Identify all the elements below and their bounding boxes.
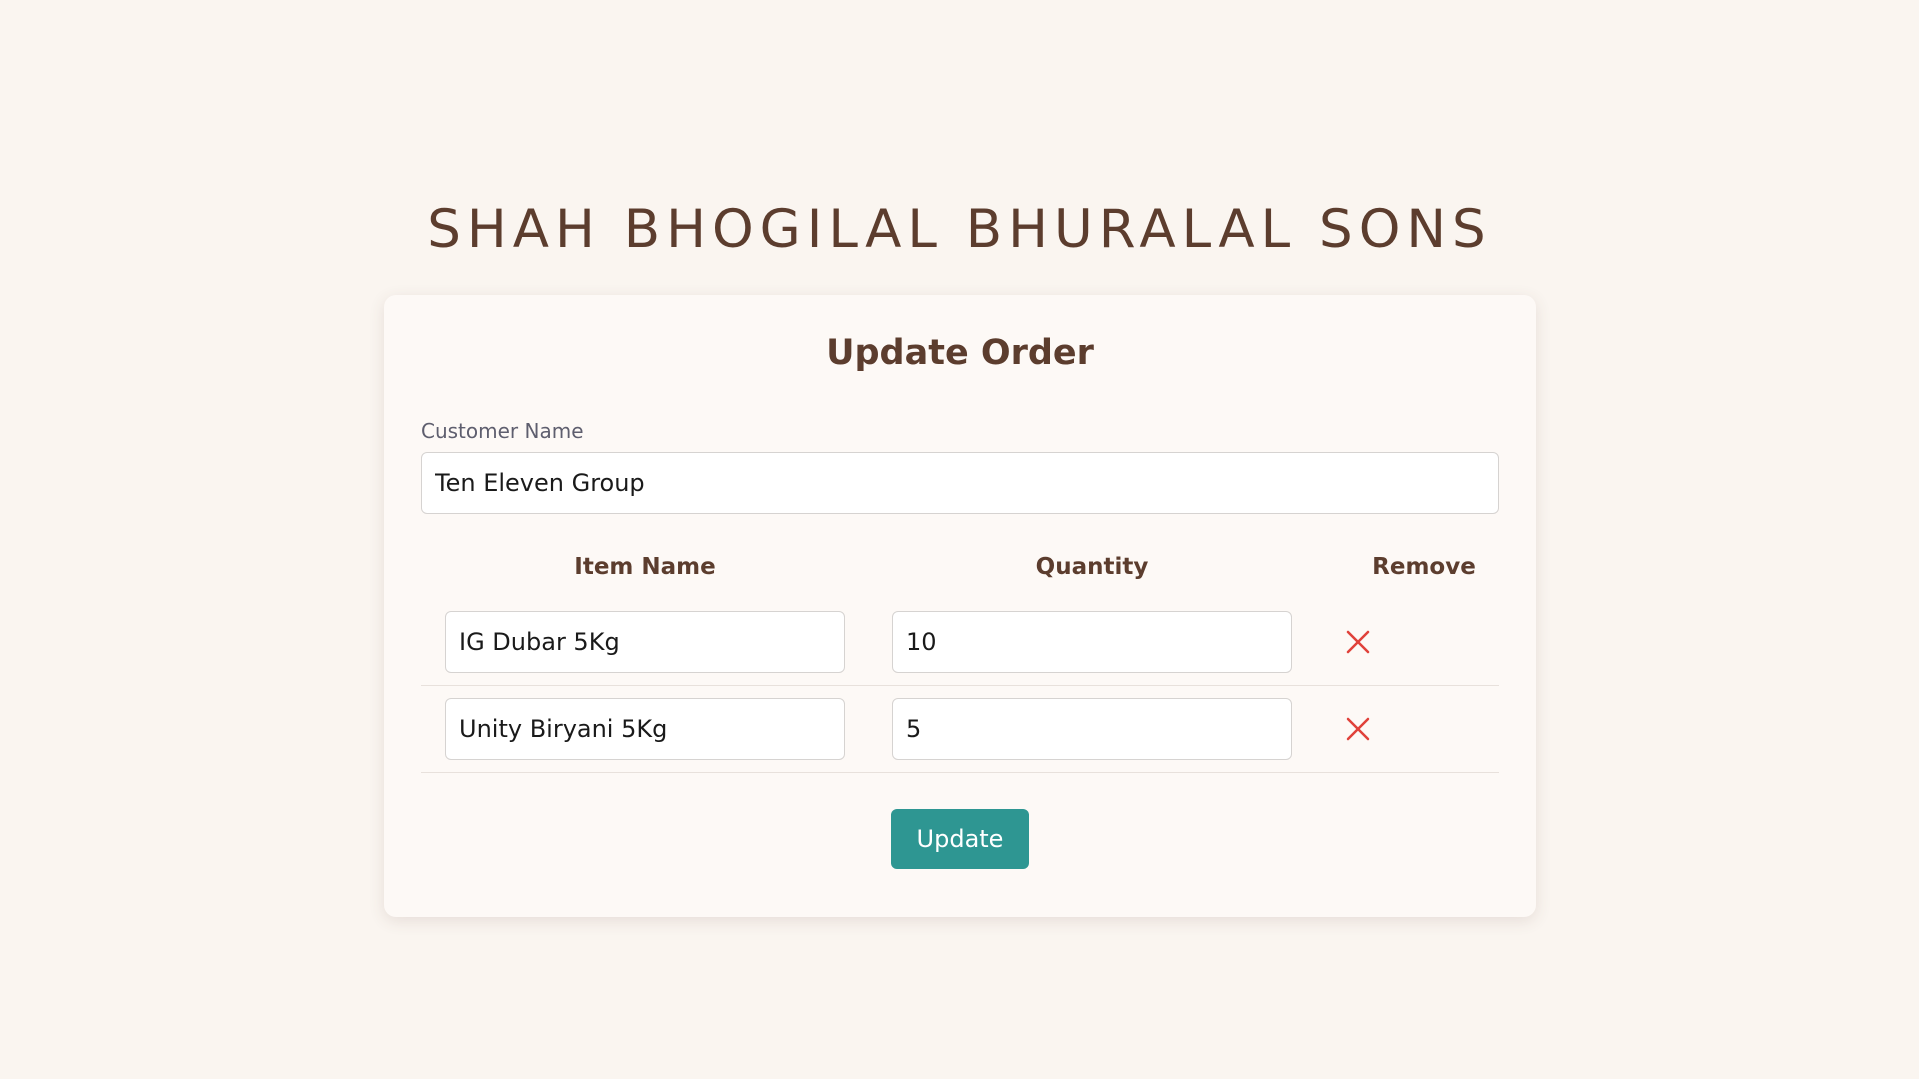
update-order-card: Update Order Customer Name Item Name Qua… [384, 295, 1536, 917]
remove-row-button[interactable] [1341, 712, 1375, 746]
quantity-input[interactable] [892, 698, 1292, 760]
close-icon [1346, 630, 1370, 654]
item-name-input[interactable] [445, 698, 845, 760]
column-header-item-name: Item Name [574, 554, 716, 580]
customer-name-label: Customer Name [421, 419, 584, 443]
remove-row-button[interactable] [1341, 625, 1375, 659]
item-name-input[interactable] [445, 611, 845, 673]
update-button[interactable]: Update [891, 809, 1029, 869]
quantity-input[interactable] [892, 611, 1292, 673]
column-header-quantity: Quantity [1035, 554, 1149, 580]
brand-title: SHAH BHOGILAL BHURALAL SONS [427, 199, 1492, 260]
close-icon [1346, 717, 1370, 741]
row-divider [421, 772, 1499, 773]
column-header-remove: Remove [1372, 554, 1476, 580]
page-title: Update Order [826, 333, 1094, 373]
customer-name-input[interactable] [421, 452, 1499, 514]
row-divider [421, 685, 1499, 686]
